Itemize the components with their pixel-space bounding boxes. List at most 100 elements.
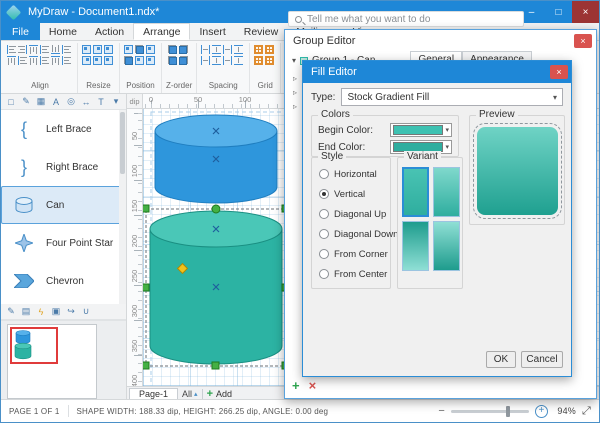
- tell-me-search-input[interactable]: Tell me what you want to do: [288, 11, 524, 27]
- resize-icon[interactable]: [104, 56, 113, 65]
- spacing-icon[interactable]: [212, 45, 221, 54]
- draw-tool-icon[interactable]: ✎: [19, 95, 33, 109]
- spacing-icon[interactable]: [234, 45, 243, 54]
- magnet-tool-icon[interactable]: ∪: [79, 305, 93, 319]
- align-icon[interactable]: [7, 56, 16, 65]
- spacing-icon[interactable]: [223, 56, 232, 65]
- radio-from-center[interactable]: [319, 269, 329, 279]
- align-top-icon[interactable]: [29, 45, 38, 54]
- list-item-chevron[interactable]: Chevron: [1, 262, 126, 300]
- variant-swatch-4[interactable]: [433, 221, 460, 271]
- group-editor-close-icon[interactable]: ×: [574, 34, 592, 48]
- begin-color-dropdown[interactable]: ▾: [390, 123, 452, 137]
- position-icon[interactable]: [124, 45, 133, 54]
- page-thumbnail[interactable]: [7, 324, 97, 399]
- radio-from-corner[interactable]: [319, 249, 329, 259]
- rotation-handle[interactable]: [212, 205, 220, 213]
- connector-tool-icon[interactable]: ↔: [79, 95, 93, 109]
- position-icon[interactable]: [124, 56, 133, 65]
- list-item-left-brace[interactable]: { Left Brace: [1, 110, 126, 148]
- resize-width-icon[interactable]: [82, 45, 91, 54]
- resize-handle[interactable]: [143, 362, 149, 369]
- target-tool-icon[interactable]: ◎: [64, 95, 78, 109]
- tree-expand-icon[interactable]: ▾: [292, 56, 296, 65]
- align-center-icon[interactable]: [40, 45, 49, 54]
- table-tool-icon[interactable]: ▦: [34, 95, 48, 109]
- position-icon[interactable]: [135, 45, 144, 54]
- panel-tool-icon[interactable]: ▤: [19, 305, 33, 319]
- list-item-four-point-star[interactable]: Four Point Star: [1, 224, 126, 262]
- fill-editor-titlebar[interactable]: Fill Editor ×: [303, 61, 571, 83]
- zoom-out-icon[interactable]: −: [438, 405, 445, 417]
- grid-icon[interactable]: [265, 56, 274, 65]
- grid-icon[interactable]: [254, 56, 263, 65]
- resize-handle[interactable]: [212, 362, 219, 369]
- list-item-right-brace[interactable]: } Right Brace: [1, 148, 126, 186]
- fill-type-dropdown[interactable]: Stock Gradient Fill ▾: [341, 88, 563, 106]
- resize-height-icon[interactable]: [93, 45, 102, 54]
- radio-horizontal[interactable]: [319, 169, 329, 179]
- align-middle-icon[interactable]: [62, 45, 71, 54]
- zoom-slider-thumb[interactable]: [506, 406, 510, 417]
- variant-swatch-1[interactable]: [402, 167, 429, 217]
- resize-handle[interactable]: [143, 284, 149, 291]
- align-bottom-icon[interactable]: [51, 45, 60, 54]
- send-backward-icon[interactable]: [179, 56, 188, 65]
- bring-to-front-icon[interactable]: [168, 45, 177, 54]
- fill-editor-close-icon[interactable]: ×: [550, 65, 568, 79]
- select-tool-icon[interactable]: □: [4, 95, 18, 109]
- frame-tool-icon[interactable]: ▣: [49, 305, 63, 319]
- fit-to-window-icon[interactable]: ⤢: [582, 405, 591, 418]
- tab-review[interactable]: Review: [235, 23, 287, 40]
- align-icon[interactable]: [62, 56, 71, 65]
- spacing-icon[interactable]: [201, 56, 210, 65]
- resize-icon[interactable]: [82, 56, 91, 65]
- all-pages-button[interactable]: All ▴: [182, 389, 198, 399]
- position-icon[interactable]: [146, 56, 155, 65]
- variant-swatch-3[interactable]: [402, 221, 429, 271]
- spacing-icon[interactable]: [234, 56, 243, 65]
- scrollbar-thumb[interactable]: [120, 112, 125, 174]
- blue-can-shape[interactable]: [155, 115, 277, 203]
- grid-icon[interactable]: [265, 45, 274, 54]
- spacing-icon[interactable]: [212, 56, 221, 65]
- grid-icon[interactable]: [254, 45, 263, 54]
- tab-arrange[interactable]: Arrange: [133, 23, 190, 40]
- resize-icon[interactable]: [104, 45, 113, 54]
- tab-file[interactable]: File: [1, 23, 40, 40]
- align-icon[interactable]: [18, 56, 27, 65]
- ok-button[interactable]: OK: [486, 351, 516, 368]
- type-tool-icon[interactable]: T: [94, 95, 108, 109]
- close-button-icon[interactable]: ×: [572, 1, 599, 23]
- radio-vertical[interactable]: [319, 189, 329, 199]
- resize-icon[interactable]: [93, 56, 102, 65]
- add-item-icon[interactable]: +: [292, 378, 300, 393]
- align-left-icon[interactable]: [7, 45, 16, 54]
- tree-item-icon[interactable]: ▹: [293, 88, 297, 97]
- remove-item-icon[interactable]: ×: [309, 378, 317, 393]
- position-icon[interactable]: [146, 45, 155, 54]
- align-icon[interactable]: [29, 56, 38, 65]
- spacing-icon[interactable]: [223, 45, 232, 54]
- shape-list-scrollbar[interactable]: [119, 110, 126, 304]
- align-icon[interactable]: [51, 56, 60, 65]
- resize-handle[interactable]: [143, 205, 149, 212]
- more-tools-icon[interactable]: ▾: [109, 95, 123, 109]
- tab-home[interactable]: Home: [40, 23, 86, 40]
- radio-diagonal-up[interactable]: [319, 209, 329, 219]
- variant-swatch-2[interactable]: [433, 167, 460, 217]
- zoom-slider[interactable]: [451, 410, 529, 413]
- align-right-icon[interactable]: [18, 45, 27, 54]
- route-tool-icon[interactable]: ↪: [64, 305, 78, 319]
- maximize-button-icon[interactable]: □: [545, 1, 572, 23]
- position-icon[interactable]: [135, 56, 144, 65]
- tree-item-icon[interactable]: ▹: [293, 74, 297, 83]
- viewport-rect[interactable]: [10, 327, 58, 364]
- bring-forward-icon[interactable]: [168, 56, 177, 65]
- text-tool-icon[interactable]: A: [49, 95, 63, 109]
- list-item-can[interactable]: Can: [1, 186, 126, 224]
- edit-tool-icon[interactable]: ✎: [4, 305, 18, 319]
- align-icon[interactable]: [40, 56, 49, 65]
- cancel-button[interactable]: Cancel: [521, 351, 563, 368]
- send-to-back-icon[interactable]: [179, 45, 188, 54]
